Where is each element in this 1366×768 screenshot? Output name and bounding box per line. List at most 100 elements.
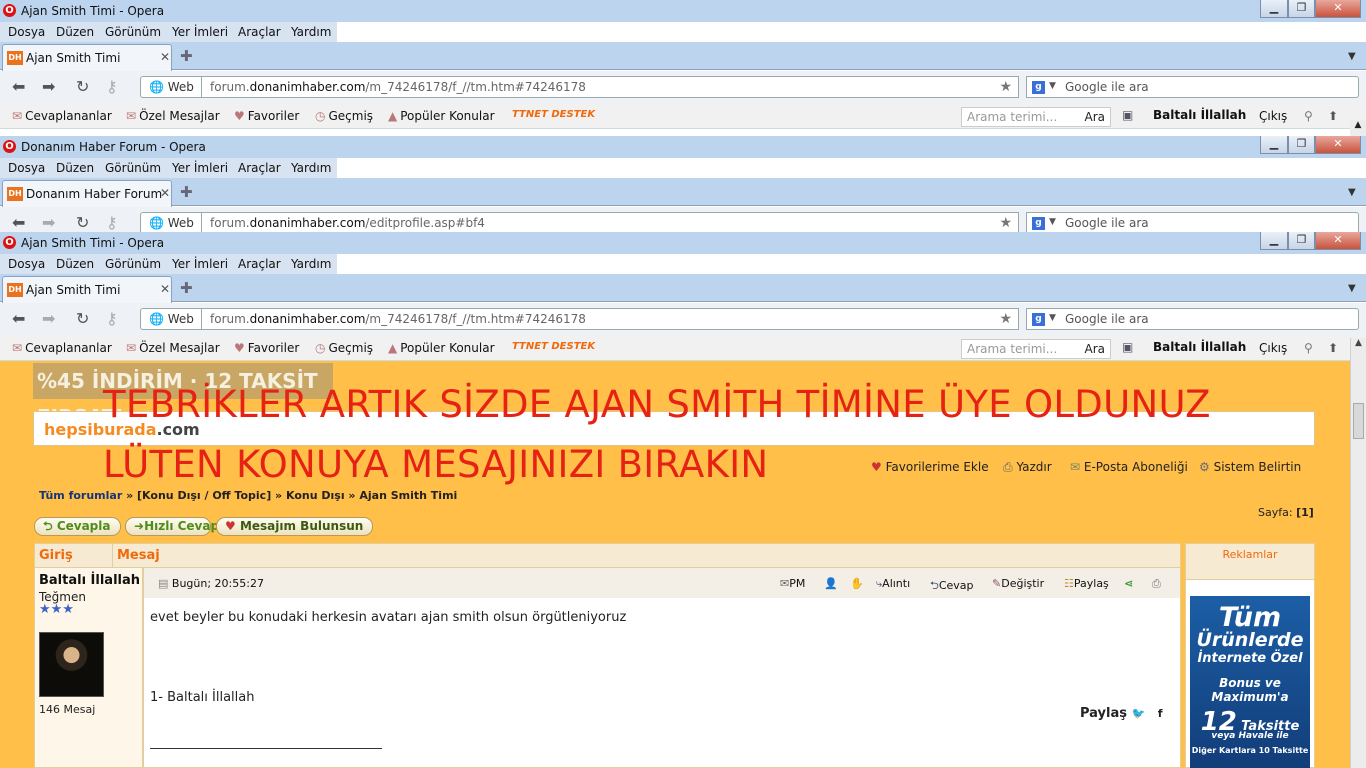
- logout-link[interactable]: Çıkış: [1259, 109, 1287, 123]
- dropdown-arrow-icon[interactable]: ▼: [1049, 217, 1056, 227]
- username-link[interactable]: Baltalı İllallah: [1153, 340, 1246, 354]
- menu-duzen[interactable]: Düzen: [56, 257, 94, 271]
- menu-gorunum[interactable]: Görünüm: [105, 161, 161, 175]
- reply-post-button[interactable]: ⮌Cevap: [930, 577, 974, 596]
- scroll-up-icon[interactable]: ▲: [1350, 120, 1366, 136]
- key-icon[interactable]: ⚷: [106, 77, 118, 96]
- menu-gorunum[interactable]: Görünüm: [105, 25, 161, 39]
- bookmark-cevaplananlar[interactable]: ✉ Cevaplananlar: [12, 109, 112, 123]
- minimize-button[interactable]: ▁: [1260, 136, 1288, 154]
- new-tab-icon[interactable]: ✚: [180, 279, 193, 297]
- quote-button[interactable]: ⤷Alıntı: [876, 577, 910, 591]
- menu-yardim[interactable]: Yardım: [291, 161, 331, 175]
- avatar[interactable]: [39, 632, 104, 697]
- bookmark-populer[interactable]: ▲ Popüler Konular: [388, 109, 495, 123]
- system-link[interactable]: ⚙ Sistem Belirtin: [1199, 460, 1301, 474]
- menu-yer-imleri[interactable]: Yer İmleri: [172, 25, 228, 39]
- menu-dosya[interactable]: Dosya: [8, 25, 45, 39]
- menu-duzen[interactable]: Düzen: [56, 161, 94, 175]
- search-input[interactable]: g ▼ Google ile ara: [1026, 76, 1359, 98]
- tab-active[interactable]: DH Donanım Haber Forum ✕: [2, 180, 172, 207]
- share-button[interactable]: ☷Paylaş: [1064, 577, 1109, 590]
- post-username[interactable]: Baltalı İllallah: [39, 573, 140, 588]
- pin-icon[interactable]: ⚲: [1304, 109, 1313, 123]
- minimize-button[interactable]: ▁: [1260, 232, 1288, 250]
- logout-link[interactable]: Çıkış: [1259, 341, 1287, 355]
- add-favorite-link[interactable]: ♥ Favorilerime Ekle: [871, 460, 989, 474]
- back-icon[interactable]: ⬅: [12, 309, 25, 328]
- menu-yer-imleri[interactable]: Yer İmleri: [172, 161, 228, 175]
- close-button[interactable]: ✕: [1315, 0, 1361, 18]
- close-button[interactable]: ✕: [1315, 232, 1361, 250]
- monitor-icon[interactable]: ▣: [1122, 108, 1133, 122]
- scroll-up-icon[interactable]: ▲: [1351, 338, 1366, 348]
- reload-icon[interactable]: ↻: [76, 309, 89, 328]
- menu-yardim[interactable]: Yardım: [291, 25, 331, 39]
- menu-yardim[interactable]: Yardım: [291, 257, 331, 271]
- star-icon[interactable]: ★: [999, 213, 1012, 232]
- forum-search-button[interactable]: Ara: [1085, 108, 1106, 126]
- back-icon[interactable]: ⬅: [12, 213, 25, 232]
- close-button[interactable]: ✕: [1315, 136, 1361, 154]
- facebook-icon[interactable]: f: [1158, 707, 1163, 720]
- share-icon[interactable]: ⋖: [1124, 577, 1133, 590]
- menu-dosya[interactable]: Dosya: [8, 257, 45, 271]
- up-arrow-icon[interactable]: ⬆: [1328, 109, 1338, 123]
- new-tab-icon[interactable]: ✚: [180, 183, 193, 201]
- dropdown-arrow-icon[interactable]: ▼: [1049, 313, 1056, 323]
- twitter-icon[interactable]: 🐦: [1132, 707, 1146, 720]
- tab-active[interactable]: DH Ajan Smith Timi ✕: [2, 44, 172, 71]
- reload-icon[interactable]: ↻: [76, 213, 89, 232]
- web-button[interactable]: 🌐 Web: [140, 308, 202, 330]
- bookmark-ozel-mesajlar[interactable]: ✉ Özel Mesajlar: [126, 341, 220, 355]
- bookmark-gecmis[interactable]: ◷ Geçmiş: [315, 109, 373, 123]
- star-icon[interactable]: ★: [999, 77, 1012, 97]
- breadcrumb-offtopic[interactable]: [Konu Dışı / Off Topic]: [137, 489, 271, 502]
- chevron-down-icon[interactable]: ▼: [1348, 283, 1356, 294]
- minimize-button[interactable]: ▁: [1260, 0, 1288, 18]
- email-subscribe-link[interactable]: ✉ E-Posta Aboneliği: [1070, 460, 1188, 474]
- up-arrow-icon[interactable]: ⬆: [1328, 341, 1338, 355]
- vertical-scrollbar[interactable]: ▲: [1350, 338, 1366, 768]
- username-link[interactable]: Baltalı İllallah: [1153, 108, 1246, 122]
- print-link[interactable]: ⎙ Yazdır: [1003, 460, 1052, 475]
- pm-button[interactable]: ✉PM: [780, 577, 805, 590]
- bookmark-favoriler[interactable]: ♥ Favoriler: [234, 109, 299, 123]
- url-input[interactable]: forum.donanimhaber.com/editprofile.asp#b…: [201, 212, 1019, 232]
- tab-active[interactable]: DH Ajan Smith Timi ✕: [2, 276, 172, 303]
- star-icon[interactable]: ★: [999, 309, 1012, 329]
- search-input[interactable]: g ▼ Google ile ara: [1026, 212, 1359, 232]
- menu-dosya[interactable]: Dosya: [8, 161, 45, 175]
- menu-araclar[interactable]: Araçlar: [238, 25, 281, 39]
- forward-icon[interactable]: ➡: [42, 213, 55, 232]
- web-button[interactable]: 🌐 Web: [140, 212, 202, 232]
- menu-gorunum[interactable]: Görünüm: [105, 257, 161, 271]
- reload-icon[interactable]: ↻: [76, 77, 89, 96]
- ad-image[interactable]: Tüm Ürünlerde İnternete Özel Bonus ve Ma…: [1190, 596, 1310, 768]
- menu-duzen[interactable]: Düzen: [56, 25, 94, 39]
- close-tab-icon[interactable]: ✕: [160, 282, 170, 296]
- edit-button[interactable]: ✎Değiştir: [992, 577, 1044, 590]
- menu-yer-imleri[interactable]: Yer İmleri: [172, 257, 228, 271]
- monitor-icon[interactable]: ▣: [1122, 340, 1133, 354]
- menu-araclar[interactable]: Araçlar: [238, 161, 281, 175]
- close-tab-icon[interactable]: ✕: [160, 50, 170, 64]
- reply-button[interactable]: ⮌ Cevapla: [34, 517, 121, 536]
- forum-search-button[interactable]: Ara: [1085, 340, 1106, 358]
- key-icon[interactable]: ⚷: [106, 309, 118, 328]
- forward-icon[interactable]: ➡: [42, 309, 55, 328]
- find-my-message-button[interactable]: ♥ Mesajım Bulunsun: [216, 517, 373, 536]
- breadcrumb-konu-disi[interactable]: Konu Dışı: [286, 489, 345, 502]
- web-button[interactable]: 🌐 Web: [140, 76, 202, 98]
- quick-reply-button[interactable]: ➜Hızlı Cevap: [125, 517, 219, 536]
- forward-icon[interactable]: ➡: [42, 77, 55, 96]
- back-icon[interactable]: ⬅: [12, 77, 25, 96]
- page-number[interactable]: [1]: [1296, 506, 1314, 519]
- breadcrumb-root[interactable]: Tüm forumlar: [39, 489, 122, 502]
- report-hand-icon[interactable]: ✋: [850, 577, 864, 590]
- search-input[interactable]: g ▼ Google ile ara: [1026, 308, 1359, 330]
- chevron-down-icon[interactable]: ▼: [1348, 187, 1356, 198]
- forum-search-input[interactable]: Arama terimi... Ara: [961, 339, 1111, 359]
- dropdown-arrow-icon[interactable]: ▼: [1049, 81, 1056, 91]
- forum-search-input[interactable]: Arama terimi... Ara: [961, 107, 1111, 127]
